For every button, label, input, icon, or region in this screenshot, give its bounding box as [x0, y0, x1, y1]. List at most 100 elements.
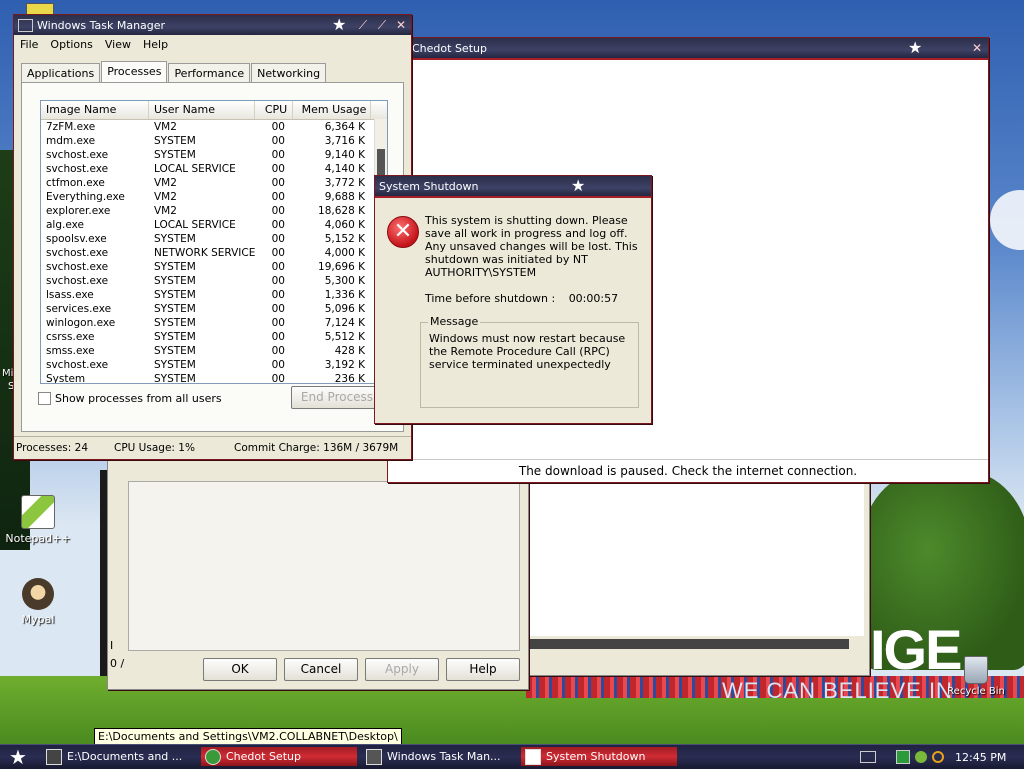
column-image-name[interactable]: Image Name	[41, 101, 149, 119]
table-row[interactable]: svchost.exe NETWORK SERVICE 00 4,000 K	[41, 246, 387, 260]
process-list[interactable]: Image Name User Name CPU Mem Usage 7zFM.…	[40, 100, 388, 384]
tab-processes[interactable]: Processes	[101, 61, 168, 84]
search-icon[interactable]	[932, 751, 944, 763]
cell-image-name: lsass.exe	[46, 289, 94, 301]
mypal-icon	[22, 578, 54, 610]
help-button[interactable]: Help	[446, 658, 520, 681]
end-process-button[interactable]: End Process	[291, 386, 383, 409]
desktop-icon-recycle-bin[interactable]: Recycle Bin	[946, 656, 1006, 697]
cell-image-name: mdm.exe	[46, 135, 96, 147]
cell-user-name: SYSTEM	[154, 289, 196, 301]
taskbar-button-task-manager[interactable]: Windows Task Man...	[362, 747, 518, 766]
table-row[interactable]: explorer.exe VM2 00 18,628 K	[41, 204, 387, 218]
table-row[interactable]: spoolsv.exe SYSTEM 00 5,152 K	[41, 232, 387, 246]
apply-button[interactable]: Apply	[365, 658, 439, 681]
maximize-icon[interactable]: ⟋	[375, 18, 389, 32]
taskbar-clock[interactable]: 12:45 PM	[955, 751, 1006, 764]
table-row[interactable]: svchost.exe SYSTEM 00 5,300 K	[41, 274, 387, 288]
tray-app-icon[interactable]	[896, 750, 910, 764]
tab-performance[interactable]: Performance	[168, 63, 251, 84]
taskbar-button-label: Windows Task Man...	[387, 750, 501, 763]
table-row[interactable]: winlogon.exe SYSTEM 00 7,124 K	[41, 316, 387, 330]
cell-cpu: 00	[271, 317, 285, 329]
window-title: Windows Task Manager	[37, 18, 166, 32]
cell-cpu: 00	[271, 303, 285, 315]
table-row[interactable]: svchost.exe SYSTEM 00 3,192 K	[41, 358, 387, 372]
network-icon[interactable]	[915, 751, 927, 763]
table-row[interactable]: 7zFM.exe VM2 00 6,364 K	[41, 120, 387, 134]
cell-mem-usage: 5,152 K	[324, 233, 365, 245]
table-row[interactable]: lsass.exe SYSTEM 00 1,336 K	[41, 288, 387, 302]
message-group-text: Windows must now restart because the Rem…	[429, 332, 626, 371]
properties-fragment: I	[110, 639, 114, 652]
menu-options[interactable]: Options	[50, 38, 92, 51]
background-window-content	[526, 481, 864, 636]
table-row[interactable]: alg.exe LOCAL SERVICE 00 4,060 K	[41, 218, 387, 232]
menu-view[interactable]: View	[105, 38, 131, 51]
cell-user-name: NETWORK SERVICE	[154, 247, 255, 259]
desktop-icon-notepadpp[interactable]: Notepad++	[3, 495, 73, 545]
cell-image-name: svchost.exe	[46, 149, 109, 161]
cell-user-name: SYSTEM	[154, 345, 196, 357]
checkbox-box[interactable]	[38, 392, 51, 405]
window-icon	[525, 748, 541, 765]
cancel-button[interactable]: Cancel	[284, 658, 358, 681]
table-row[interactable]: svchost.exe SYSTEM 00 9,140 K	[41, 148, 387, 162]
cell-cpu: 00	[271, 331, 285, 343]
column-mem-usage[interactable]: Mem Usage	[293, 101, 371, 119]
tab-networking[interactable]: Networking	[251, 63, 327, 84]
column-cpu[interactable]: CPU	[255, 101, 293, 119]
show-all-users-checkbox[interactable]: Show processes from all users	[38, 392, 222, 405]
table-row[interactable]: smss.exe SYSTEM 00 428 K	[41, 344, 387, 358]
tab-applications[interactable]: Applications	[21, 63, 101, 84]
cell-cpu: 00	[271, 205, 285, 217]
cell-user-name: SYSTEM	[154, 317, 196, 329]
cell-mem-usage: 9,688 K	[324, 191, 365, 203]
table-row[interactable]: svchost.exe LOCAL SERVICE 00 4,140 K	[41, 162, 387, 176]
table-row[interactable]: svchost.exe SYSTEM 00 19,696 K	[41, 260, 387, 274]
cell-image-name: csrss.exe	[46, 331, 95, 343]
chedot-title-bar[interactable]: Chedot Setup ★ ✕	[388, 38, 988, 58]
cell-mem-usage: 3,772 K	[324, 177, 365, 189]
system-tray: 12:45 PM	[896, 747, 1024, 767]
close-icon[interactable]: ✕	[970, 41, 984, 55]
processes-panel: Image Name User Name CPU Mem Usage 7zFM.…	[21, 82, 404, 432]
cell-image-name: alg.exe	[46, 219, 84, 231]
cell-user-name: SYSTEM	[154, 135, 196, 147]
table-row[interactable]: services.exe SYSTEM 00 5,096 K	[41, 302, 387, 316]
table-row[interactable]: System SYSTEM 00 236 K	[41, 372, 387, 383]
table-row[interactable]: ctfmon.exe VM2 00 3,772 K	[41, 176, 387, 190]
cell-mem-usage: 18,628 K	[318, 205, 365, 217]
taskbar-button-label: Chedot Setup	[226, 750, 301, 763]
table-row[interactable]: Everything.exe VM2 00 9,688 K	[41, 190, 387, 204]
cell-cpu: 00	[271, 135, 285, 147]
cell-cpu: 00	[271, 177, 285, 189]
menu-help[interactable]: Help	[143, 38, 168, 51]
table-row[interactable]: mdm.exe SYSTEM 00 3,716 K	[41, 134, 387, 148]
desktop-icon-mypal[interactable]: Mypal	[3, 578, 73, 626]
ok-button[interactable]: OK	[203, 658, 277, 681]
close-icon[interactable]: ✕	[394, 18, 408, 32]
menu-file[interactable]: File	[20, 38, 38, 51]
cell-cpu: 00	[271, 359, 285, 371]
minimize-icon[interactable]: ⟋	[356, 18, 370, 32]
horizontal-scrollbar[interactable]	[526, 639, 849, 649]
cell-mem-usage: 4,000 K	[324, 247, 365, 259]
cell-mem-usage: 19,696 K	[318, 261, 365, 273]
cell-user-name: LOCAL SERVICE	[154, 219, 236, 231]
cell-user-name: VM2	[154, 191, 177, 203]
cell-mem-usage: 7,124 K	[324, 317, 365, 329]
taskbar-button-chedot[interactable]: Chedot Setup	[201, 747, 357, 766]
cell-mem-usage: 4,060 K	[324, 219, 365, 231]
taskbar-button-system-shutdown[interactable]: System Shutdown	[521, 747, 677, 766]
task-manager-title-bar[interactable]: Windows Task Manager ★ ⟋ ⟋ ✕	[14, 15, 411, 35]
taskbar-button-explorer[interactable]: E:\Documents and ...	[42, 747, 198, 766]
keyboard-icon[interactable]	[860, 751, 876, 763]
shutdown-title-bar[interactable]: System Shutdown ★	[375, 176, 651, 196]
start-button[interactable]: ★	[4, 746, 32, 768]
cell-image-name: smss.exe	[46, 345, 95, 357]
table-row[interactable]: csrss.exe SYSTEM 00 5,512 K	[41, 330, 387, 344]
cell-image-name: 7zFM.exe	[46, 121, 96, 133]
cell-image-name: svchost.exe	[46, 247, 109, 259]
column-user-name[interactable]: User Name	[149, 101, 255, 119]
